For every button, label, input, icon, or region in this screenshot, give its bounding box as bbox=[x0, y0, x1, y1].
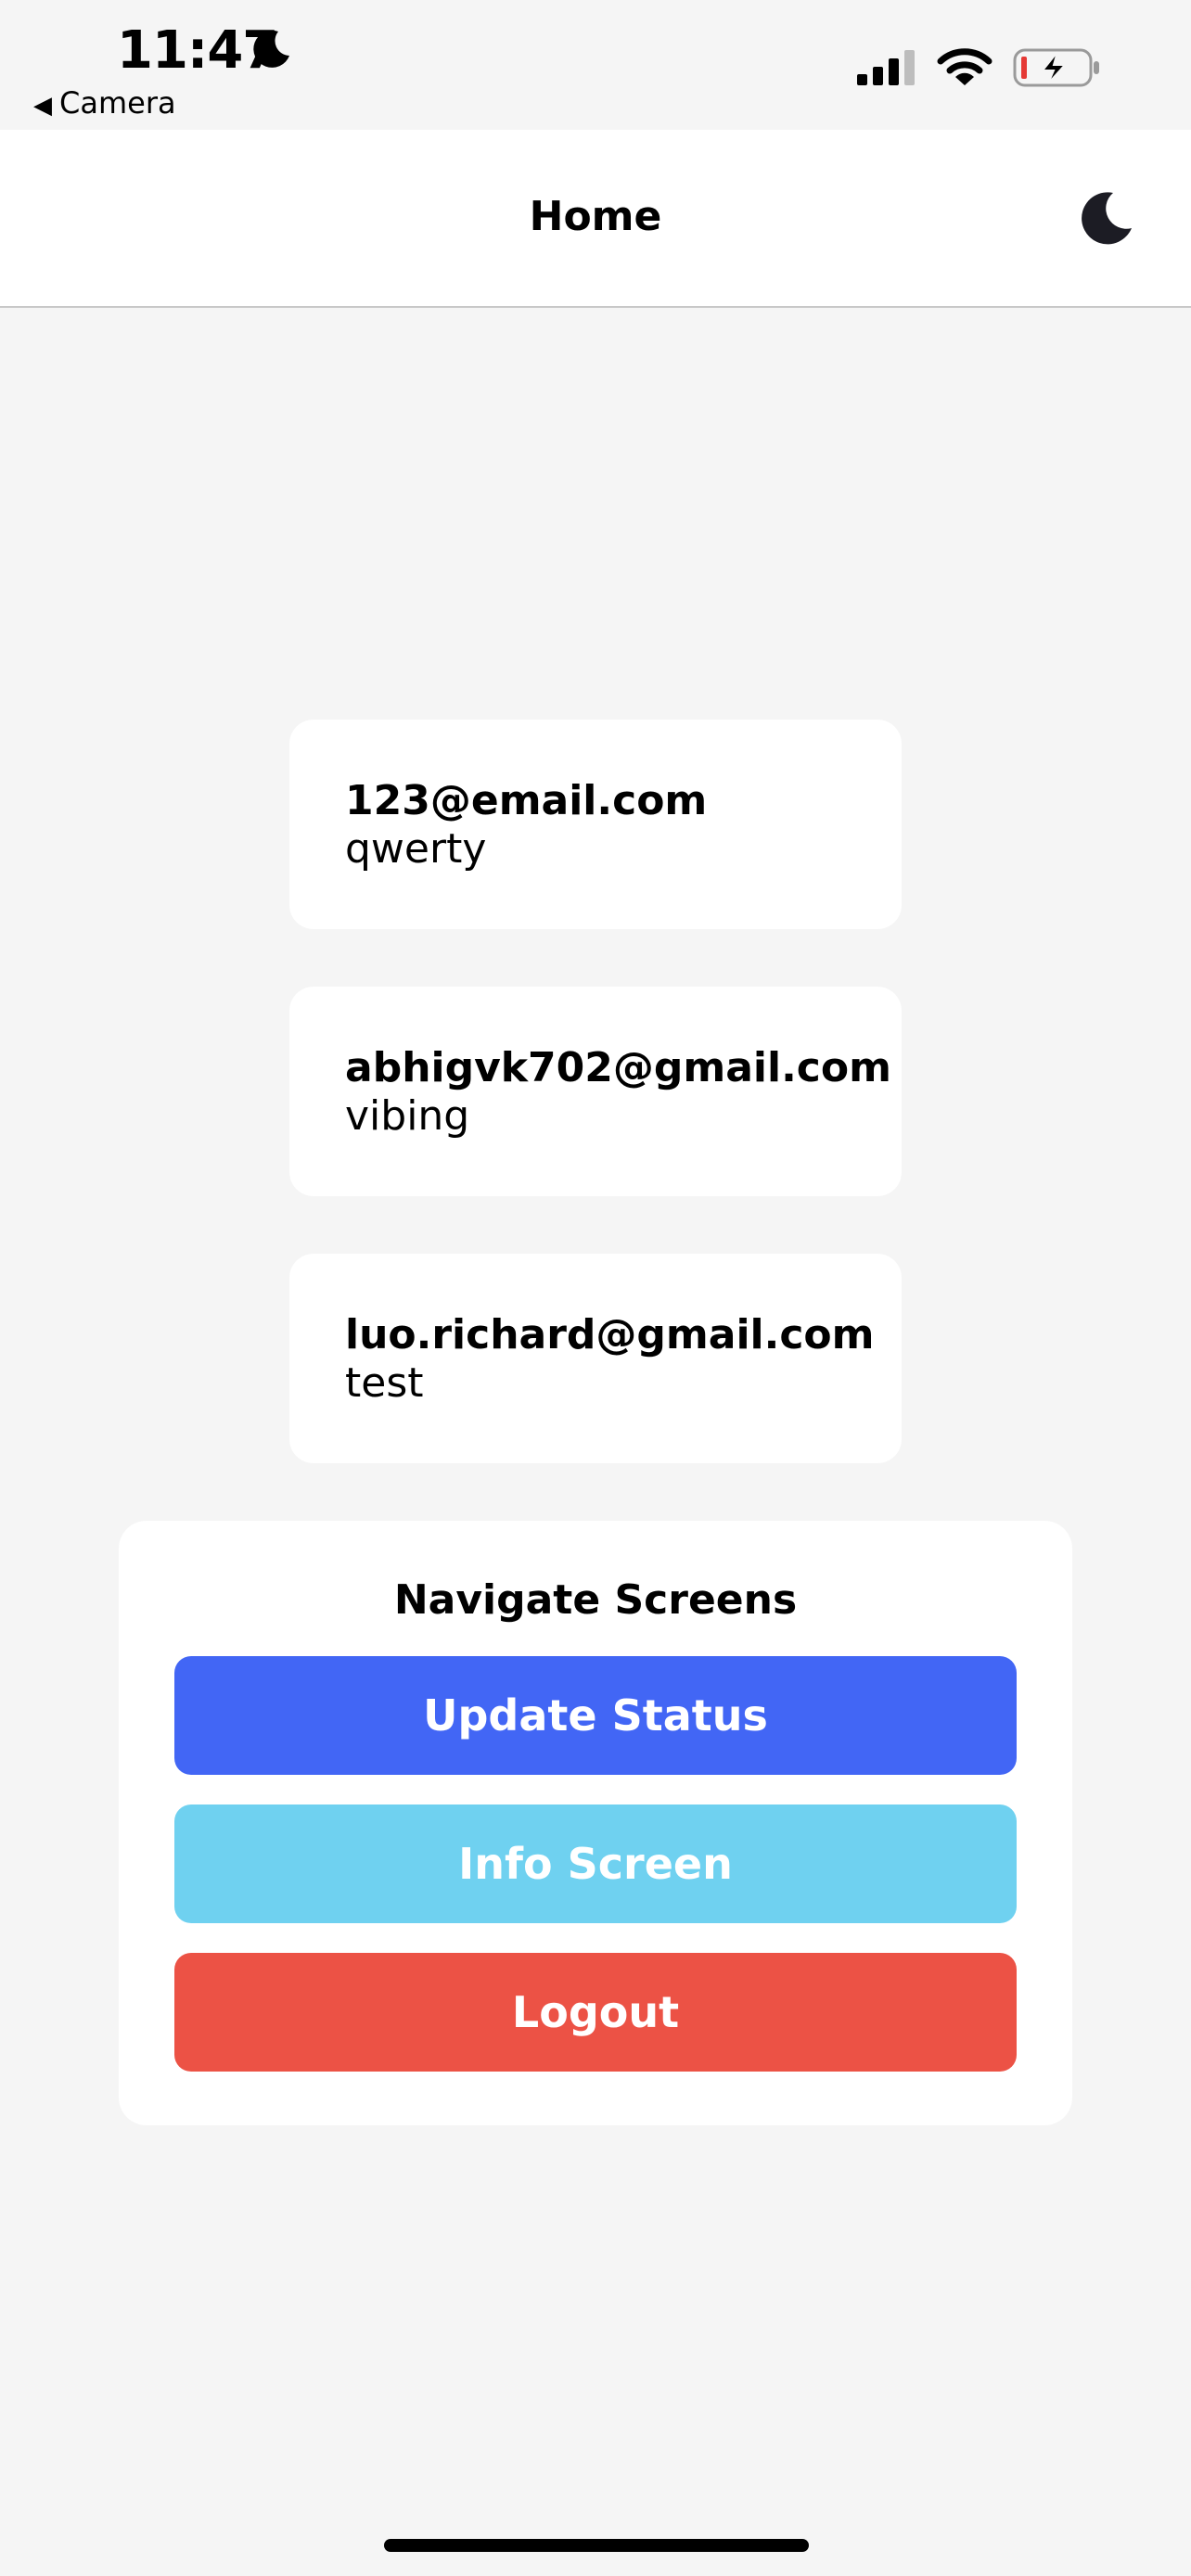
user-status: test bbox=[345, 1359, 424, 1407]
home-indicator[interactable] bbox=[384, 2539, 809, 2552]
update-status-button[interactable]: Update Status bbox=[174, 1656, 1017, 1775]
page-title: Home bbox=[529, 193, 662, 240]
user-status: vibing bbox=[345, 1092, 470, 1140]
wifi-icon bbox=[937, 48, 992, 85]
user-email: luo.richard@gmail.com bbox=[345, 1311, 875, 1358]
user-status: qwerty bbox=[345, 825, 487, 873]
user-card[interactable]: luo.richard@gmail.com test bbox=[289, 1254, 902, 1463]
info-screen-button[interactable]: Info Screen bbox=[174, 1804, 1017, 1923]
status-bar: 11:47 ◀ Camera bbox=[0, 0, 1191, 130]
cellular-signal-icon bbox=[857, 50, 915, 85]
navigate-screens-title: Navigate Screens bbox=[393, 1576, 798, 1624]
user-card[interactable]: 123@email.com qwerty bbox=[289, 720, 902, 929]
dark-mode-toggle-moon-icon[interactable] bbox=[1074, 185, 1139, 250]
user-email: 123@email.com bbox=[345, 777, 708, 824]
battery-charging-icon bbox=[1013, 48, 1099, 87]
user-card[interactable]: abhigvk702@gmail.com vibing bbox=[289, 987, 902, 1196]
user-email: abhigvk702@gmail.com bbox=[345, 1044, 891, 1091]
focus-moon-icon bbox=[253, 30, 289, 68]
navigate-screens-panel: Navigate Screens Update Status Info Scre… bbox=[119, 1521, 1072, 2125]
back-arrow-icon: ◀ bbox=[33, 92, 52, 120]
navigation-header: Home bbox=[0, 130, 1191, 308]
logout-button[interactable]: Logout bbox=[174, 1953, 1017, 2072]
back-to-camera-link[interactable]: ◀ Camera bbox=[33, 85, 176, 121]
back-to-camera-label: Camera bbox=[59, 85, 176, 121]
home-screen: 11:47 ◀ Camera Home 123@email.com qwerty… bbox=[0, 0, 1191, 2576]
